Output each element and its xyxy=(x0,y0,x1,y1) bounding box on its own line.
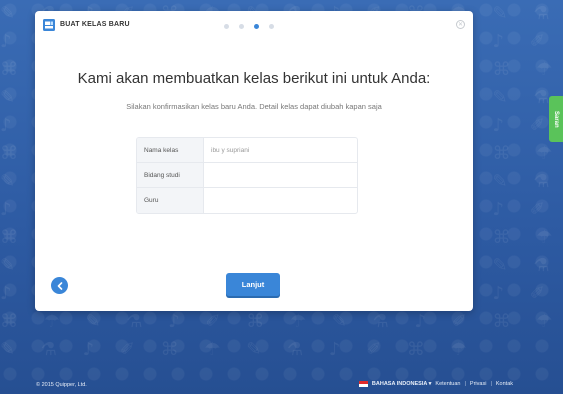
subject-value xyxy=(204,163,357,187)
page-heading: Kami akan membuatkan kelas berikut ini u… xyxy=(77,70,431,87)
step-indicator xyxy=(224,24,274,29)
chevron-left-icon xyxy=(57,281,62,290)
teacher-label: Guru xyxy=(137,188,204,213)
table-row-subject: Bidang studi xyxy=(137,163,357,188)
divider: | xyxy=(464,381,466,387)
table-row-class-name: Nama kelas ibu y supriani xyxy=(137,138,357,163)
table-row-teacher: Guru xyxy=(137,188,357,213)
dialog-header: BUAT KELAS BARU ✕ xyxy=(35,11,473,41)
step-dot-4 xyxy=(269,24,274,29)
language-selector[interactable]: BAHASA INDONESIA ▾ xyxy=(372,381,432,387)
page-subtitle: Silakan konfirmasikan kelas baru Anda. D… xyxy=(126,102,382,111)
teacher-value xyxy=(204,188,357,213)
copyright-text: © 2015 Quipper, Ltd. xyxy=(36,382,87,388)
feedback-tab[interactable]: Saran xyxy=(549,96,563,142)
class-details-table: Nama kelas ibu y supriani Bidang studi G… xyxy=(136,137,358,214)
dialog-title: BUAT KELAS BARU xyxy=(60,21,130,28)
contact-link[interactable]: Kontak xyxy=(496,381,513,387)
page-footer: © 2015 Quipper, Ltd. BAHASA INDONESIA ▾ … xyxy=(0,376,563,394)
privacy-link[interactable]: Privasi xyxy=(470,381,487,387)
subject-label: Bidang studi xyxy=(137,163,204,187)
class-name-label: Nama kelas xyxy=(137,138,204,162)
divider: | xyxy=(490,381,492,387)
terms-link[interactable]: Ketentuan xyxy=(435,381,460,387)
step-dot-3-active xyxy=(254,24,259,29)
back-button[interactable] xyxy=(51,277,68,294)
close-icon[interactable]: ✕ xyxy=(456,20,465,29)
step-dot-2 xyxy=(239,24,244,29)
indonesia-flag-icon xyxy=(358,381,368,387)
class-name-value: ibu y supriani xyxy=(211,146,250,154)
classroom-logo-icon xyxy=(43,19,55,31)
footer-links: BAHASA INDONESIA ▾ Ketentuan | Privasi |… xyxy=(358,381,513,387)
next-button[interactable]: Lanjut xyxy=(226,273,280,296)
create-class-dialog: BUAT KELAS BARU ✕ Kami akan membuatkan k… xyxy=(35,11,473,311)
step-dot-1 xyxy=(224,24,229,29)
